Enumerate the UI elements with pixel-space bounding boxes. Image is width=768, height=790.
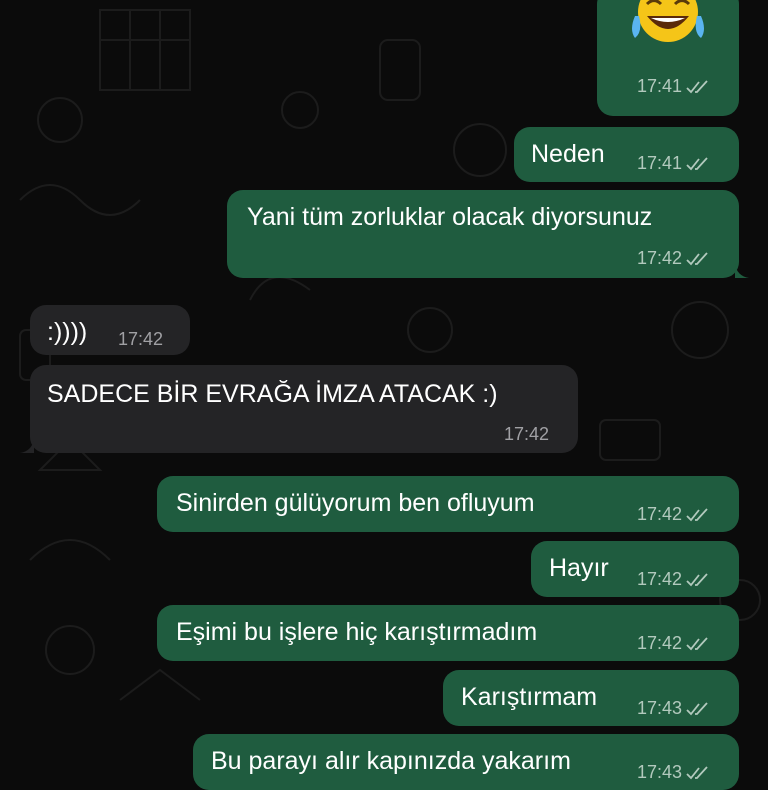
message-meta: 17:43: [637, 762, 712, 783]
message-bubble-outgoing[interactable]: Karıştırmam 17:43: [443, 670, 739, 726]
message-bubble-outgoing[interactable]: Hayır 17:42: [531, 541, 739, 597]
message-text: Eşimi bu işlere hiç karıştırmadım: [176, 618, 538, 646]
message-time: 17:41: [637, 153, 683, 173]
message-text: SADECE BİR EVRAĞA İMZA ATACAK :): [47, 380, 498, 408]
message-meta: 17:41: [637, 76, 712, 97]
double-check-icon: [686, 701, 708, 715]
message-text: Sinirden gülüyorum ben ofluyum: [176, 489, 535, 517]
message-text: :)))): [47, 318, 88, 346]
tears-of-joy-emoji-icon: [625, 0, 711, 55]
message-meta: 17:42: [637, 569, 712, 590]
message-meta: 17:43: [637, 698, 712, 719]
message-bubble-outgoing[interactable]: Eşimi bu işlere hiç karıştırmadım 17:42: [157, 605, 739, 661]
message-time: 17:42: [637, 504, 683, 524]
message-time: 17:42: [504, 424, 550, 444]
message-bubble-outgoing[interactable]: Neden 17:41: [514, 127, 739, 182]
message-text: Karıştırmam: [461, 683, 598, 711]
message-text: Yani tüm zorluklar olacak diyorsunuz: [247, 203, 653, 231]
message-bubble-outgoing[interactable]: Bu parayı alır kapınızda yakarım 17:43: [193, 734, 739, 790]
message-bubble-incoming[interactable]: SADECE BİR EVRAĞA İMZA ATACAK :) 17:42: [20, 365, 578, 453]
message-time: 17:41: [637, 76, 683, 96]
message-meta: 17:42: [637, 248, 712, 269]
message-bubble-outgoing[interactable]: 17:41: [597, 0, 739, 116]
message-meta: 17:42: [637, 633, 712, 654]
bubble-tail: [735, 264, 749, 278]
bubble-tail: [20, 439, 34, 453]
message-text: Bu parayı alır kapınızda yakarım: [211, 747, 571, 775]
message-text: Neden: [531, 140, 605, 168]
message-time: 17:43: [637, 698, 683, 718]
message-meta: 17:41: [637, 153, 712, 174]
message-bubble-incoming[interactable]: :)))) 17:42: [30, 305, 190, 355]
message-meta: 17:42: [637, 504, 712, 525]
message-meta: 17:42: [118, 329, 163, 350]
double-check-icon: [686, 572, 708, 586]
message-meta: 17:42: [504, 424, 549, 445]
double-check-icon: [686, 636, 708, 650]
message-time: 17:42: [637, 248, 683, 268]
double-check-icon: [686, 79, 708, 93]
double-check-icon: [686, 251, 708, 265]
message-text: Hayır: [549, 554, 609, 582]
message-time: 17:43: [637, 762, 683, 782]
message-bubble-outgoing[interactable]: Yani tüm zorluklar olacak diyorsunuz 17:…: [227, 190, 749, 278]
message-time: 17:42: [118, 329, 164, 349]
message-bubble-outgoing[interactable]: Sinirden gülüyorum ben ofluyum 17:42: [157, 476, 739, 532]
double-check-icon: [686, 156, 708, 170]
double-check-icon: [686, 507, 708, 521]
message-time: 17:42: [637, 633, 683, 653]
message-time: 17:42: [637, 569, 683, 589]
